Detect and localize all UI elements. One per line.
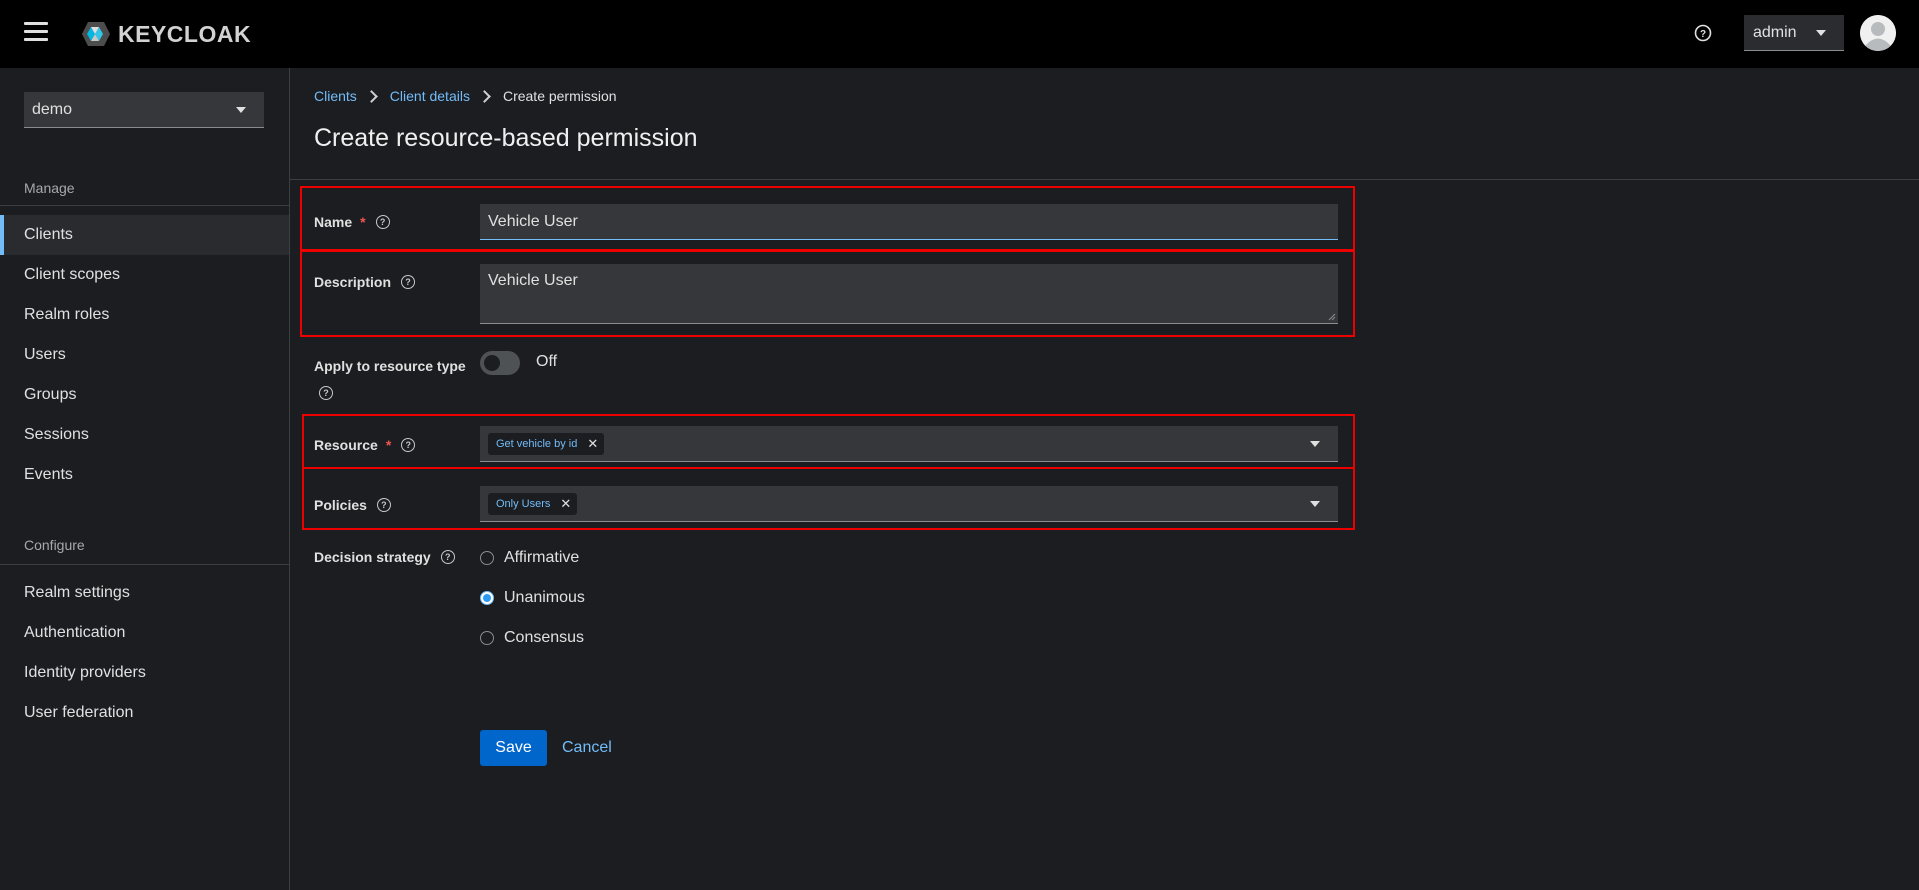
svg-text:?: ?: [1700, 29, 1706, 40]
nav-divider: [0, 564, 289, 565]
sidebar-item-sessions[interactable]: Sessions: [0, 415, 289, 455]
keycloak-logo[interactable]: KEYCLOAK: [76, 18, 251, 50]
decision-strategy-label-text: Decision strategy: [314, 549, 431, 565]
chevron-right-icon: [364, 89, 378, 103]
toggle-state-label: Off: [536, 353, 558, 370]
keycloak-logo-icon: [82, 22, 110, 46]
sidebar-item-user-federation[interactable]: User federation: [0, 693, 289, 733]
masthead: KEYCLOAK ? admin: [0, 0, 1919, 68]
toggle-knob: [484, 355, 500, 371]
help-icon[interactable]: ?: [1694, 24, 1712, 42]
sidebar-item-realm-roles[interactable]: Realm roles: [0, 295, 289, 335]
sidebar-item-identity-providers[interactable]: Identity providers: [0, 653, 289, 693]
highlight-box-policies: [302, 467, 1355, 530]
radio-label: Unanimous: [504, 589, 585, 606]
radio-button[interactable]: [480, 631, 494, 645]
breadcrumb-current: Create permission: [502, 88, 617, 104]
logo-text: KEYCLOAK: [118, 20, 252, 47]
realm-selector[interactable]: demo: [24, 92, 264, 128]
hamburger-menu-icon[interactable]: [24, 22, 48, 42]
sidebar-item-client-scopes[interactable]: Client scopes: [0, 255, 289, 295]
save-button[interactable]: Save: [480, 730, 547, 766]
radio-consensus[interactable]: Consensus: [480, 629, 584, 647]
caret-down-icon: [236, 107, 246, 113]
radio-unanimous[interactable]: Unanimous: [480, 589, 585, 607]
highlight-box-description: [300, 250, 1355, 337]
help-icon[interactable]: ?: [440, 550, 455, 564]
cancel-button[interactable]: Cancel: [562, 739, 612, 757]
sidebar: demo Manage Clients Client scopes Realm …: [0, 68, 290, 890]
breadcrumb: Clients Client details Create permission: [314, 88, 617, 104]
radio-affirmative[interactable]: Affirmative: [480, 549, 579, 567]
page-title: Create resource-based permission: [314, 124, 698, 152]
breadcrumb-client-details-link[interactable]: Client details: [390, 88, 470, 104]
user-dropdown[interactable]: admin: [1744, 15, 1844, 51]
highlight-box-resource: [302, 414, 1355, 469]
realm-name: demo: [32, 100, 73, 118]
sidebar-item-users[interactable]: Users: [0, 335, 289, 375]
breadcrumb-clients-link[interactable]: Clients: [314, 88, 357, 104]
nav-section-configure: Configure: [24, 537, 85, 553]
radio-label: Affirmative: [504, 549, 580, 566]
user-name: admin: [1753, 23, 1797, 41]
sidebar-item-clients[interactable]: Clients: [0, 215, 289, 255]
sidebar-item-events[interactable]: Events: [0, 455, 289, 495]
radio-button-checked[interactable]: [480, 591, 494, 605]
avatar[interactable]: [1860, 15, 1896, 51]
sidebar-item-realm-settings[interactable]: Realm settings: [0, 573, 289, 613]
radio-button[interactable]: [480, 551, 494, 565]
apply-resource-type-label: Apply to resource type: [314, 358, 466, 374]
nav-section-manage: Manage: [24, 180, 75, 196]
radio-label: Consensus: [504, 629, 585, 646]
help-icon[interactable]: ?: [319, 386, 333, 400]
apply-resource-type-toggle[interactable]: [480, 351, 520, 375]
nav-divider: [0, 205, 289, 206]
highlight-box-name: [300, 186, 1355, 251]
user-avatar-icon: [1860, 15, 1896, 51]
chevron-right-icon: [478, 89, 491, 103]
decision-strategy-label: Decision strategy ?: [314, 549, 455, 565]
sidebar-item-groups[interactable]: Groups: [0, 375, 289, 415]
caret-down-icon: [1816, 30, 1826, 36]
sidebar-item-authentication[interactable]: Authentication: [0, 613, 289, 653]
title-divider: [289, 179, 1919, 180]
